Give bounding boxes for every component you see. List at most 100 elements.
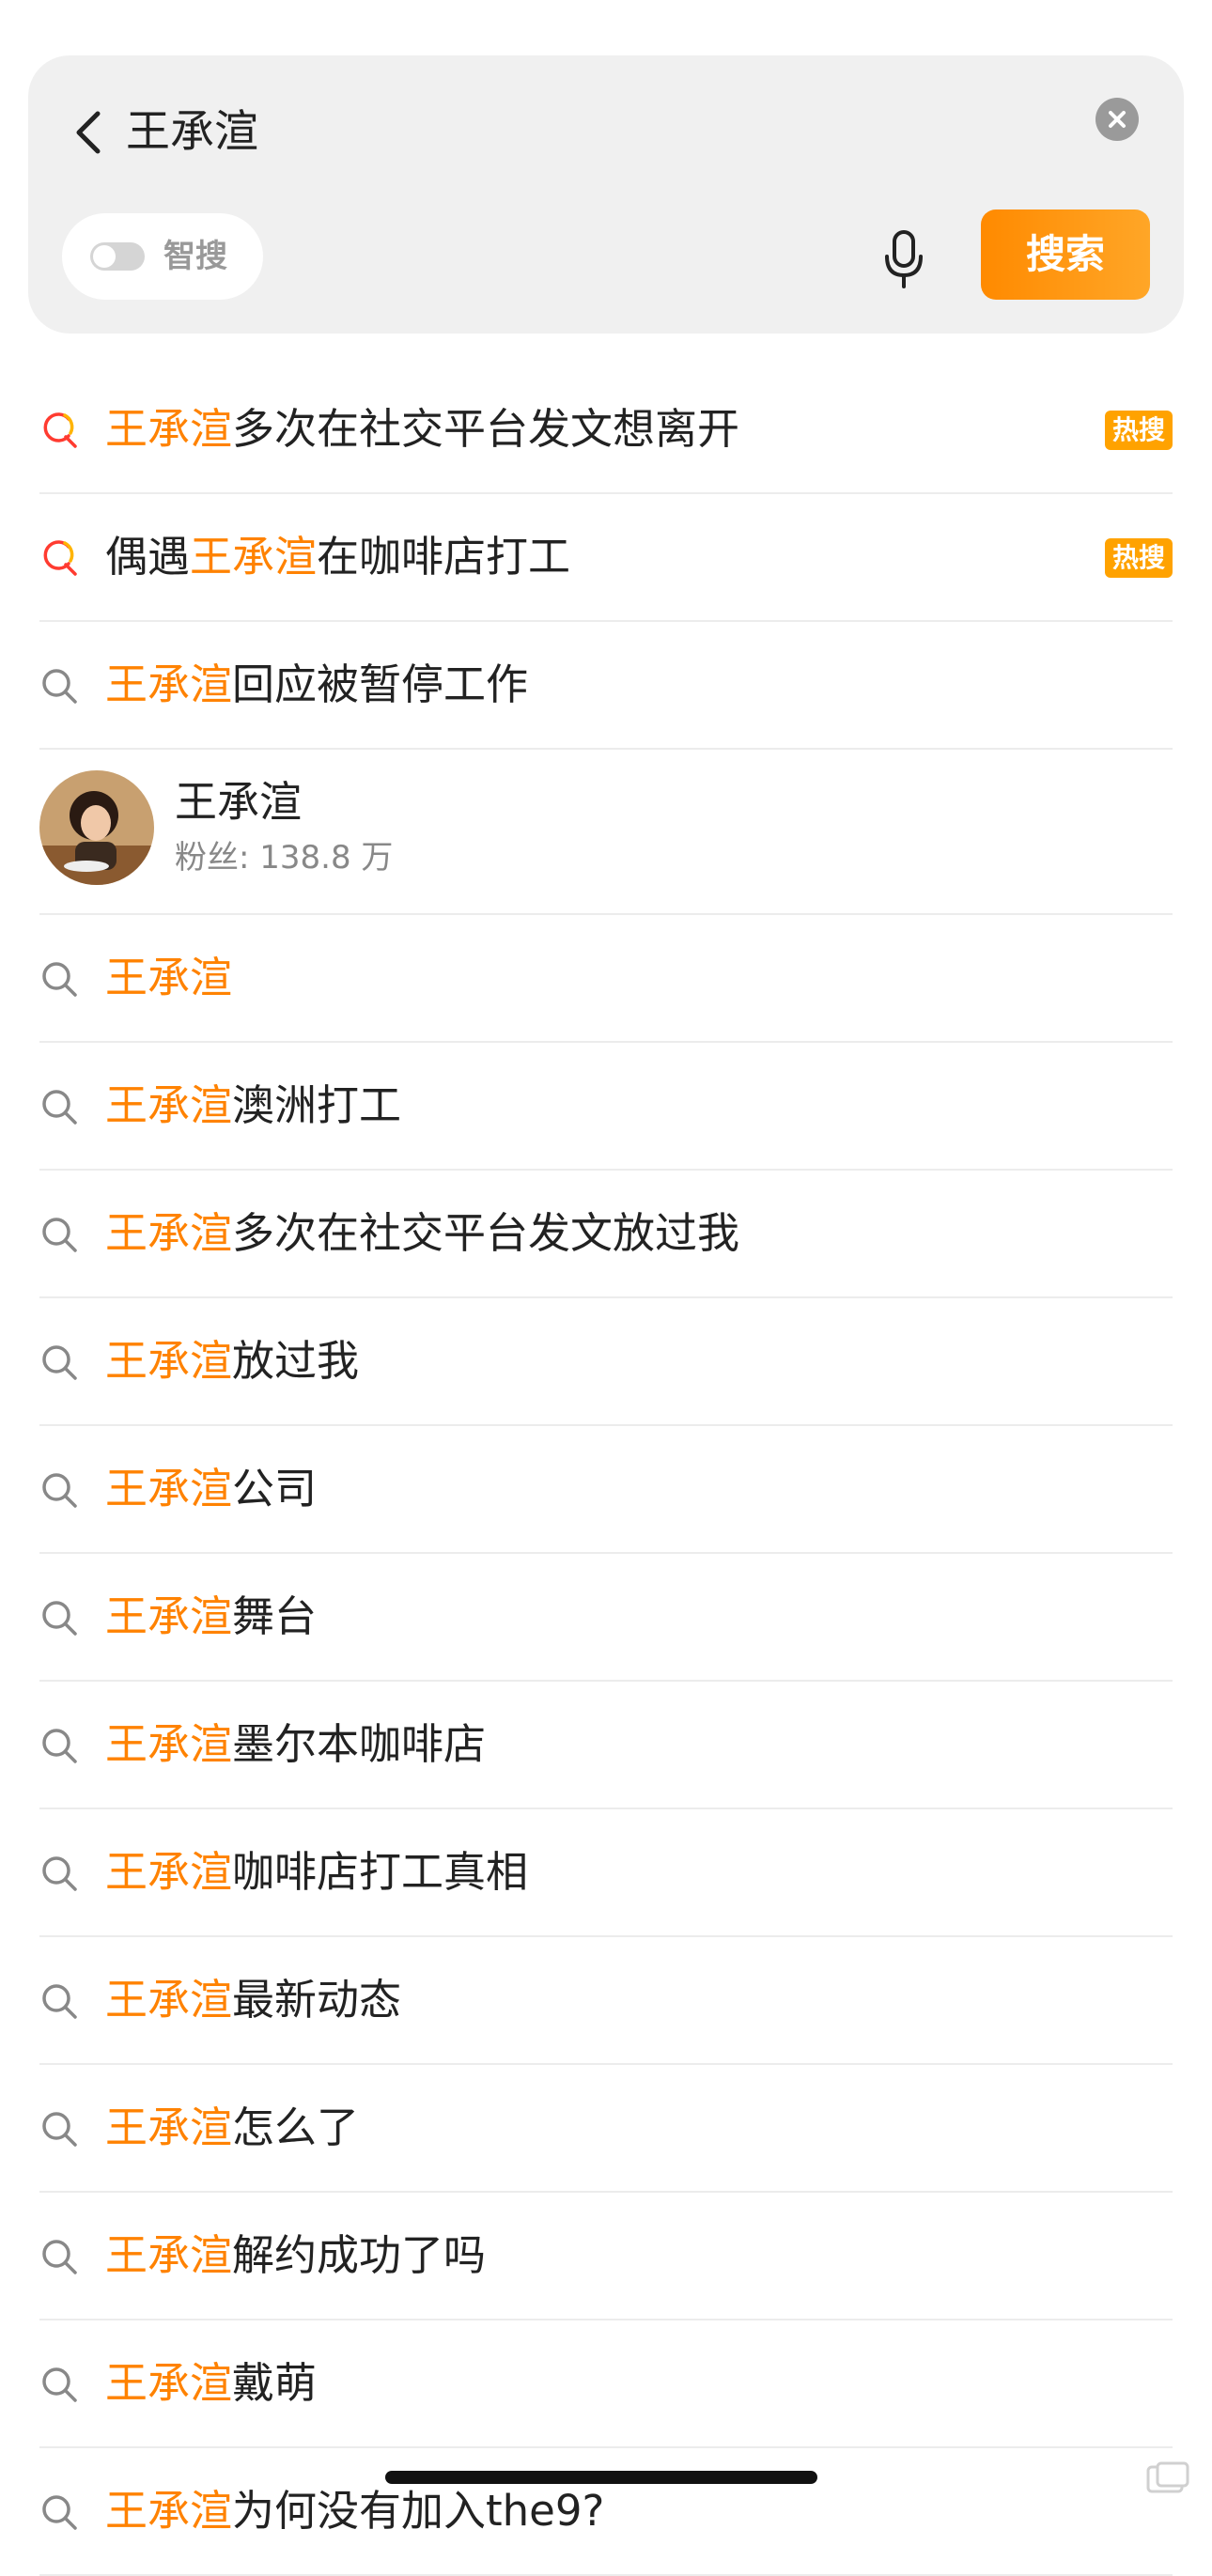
suggestion-highlight: 王承渲 — [105, 1080, 233, 1130]
suggestion-text: 王承渲怎么了 — [105, 2065, 359, 2191]
search-icon-wrapper — [39, 1981, 79, 2021]
home-indicator[interactable] — [385, 2471, 817, 2484]
search-icon-wrapper — [39, 2492, 79, 2532]
back-button[interactable] — [62, 95, 118, 170]
search-bar: 王承渲 智搜 搜索 — [28, 55, 1184, 334]
hot-suggestion-item[interactable]: 偶遇王承渲在咖啡店打工 热搜 — [39, 494, 1173, 622]
smart-search-label: 智搜 — [163, 238, 227, 275]
suggestion-suffix: 回应被暂停工作 — [232, 660, 529, 709]
search-icon-wrapper — [39, 1726, 79, 1765]
suggestion-item[interactable]: 王承渲解约成功了吗 — [39, 2193, 1173, 2320]
suggestion-item[interactable]: 王承渲放过我 — [39, 1298, 1173, 1426]
search-input[interactable]: 王承渲 — [126, 95, 258, 170]
suggestion-text: 王承渲墨尔本咖啡店 — [105, 1682, 486, 1808]
hot-icon-wrapper — [39, 538, 79, 578]
chevron-left-icon — [76, 111, 101, 154]
suggestion-highlight: 王承渲 — [190, 532, 318, 582]
suggestion-text: 王承渲公司 — [105, 1426, 317, 1552]
suggestion-text: 王承渲多次在社交平台发文放过我 — [105, 1171, 739, 1296]
hot-search-icon — [43, 412, 77, 448]
suggestion-suffix: 怎么了 — [232, 2103, 360, 2152]
suggestion-item[interactable]: 王承渲多次在社交平台发文放过我 — [39, 1171, 1173, 1298]
search-button[interactable]: 搜索 — [981, 209, 1150, 300]
suggestion-item[interactable]: 王承渲 — [39, 915, 1173, 1043]
suggestion-suffix: 在咖啡店打工 — [317, 532, 571, 582]
suggestion-suffix: 放过我 — [232, 1336, 360, 1386]
suggestion-text: 偶遇王承渲在咖啡店打工 — [105, 494, 570, 620]
suggestion-suffix: 澳洲打工 — [232, 1080, 402, 1130]
user-suggestion[interactable]: 王承渲 粉丝: 138.8 万 — [39, 750, 1173, 915]
avatar-image — [39, 770, 154, 885]
search-icon-wrapper — [39, 1598, 79, 1637]
search-icon — [42, 1601, 77, 1636]
hot-search-icon — [43, 540, 77, 576]
suggestion-highlight: 王承渲 — [105, 1208, 233, 1258]
search-icon — [42, 1984, 77, 2019]
suggestion-highlight: 王承渲 — [105, 2230, 233, 2280]
suggestion-suffix: 多次在社交平台发文想离开 — [232, 404, 740, 454]
suggestion-highlight: 王承渲 — [105, 660, 233, 709]
suggestion-text: 王承渲多次在社交平台发文想离开 — [105, 366, 739, 492]
search-icon-wrapper — [39, 2237, 79, 2276]
suggestion-list: 王承渲多次在社交平台发文想离开 热搜 偶遇王承渲在咖啡店打工 热搜 王承渲回应被暂停工作… — [0, 366, 1212, 2576]
suggestion-item[interactable]: 王承渲公司 — [39, 1426, 1173, 1554]
hot-badge: 热搜 — [1105, 411, 1173, 450]
clear-button[interactable] — [1095, 98, 1139, 141]
search-icon — [42, 1729, 77, 1763]
search-icon — [42, 1218, 77, 1252]
search-icon — [42, 2367, 77, 2402]
suggestion-suffix: 咖啡店打工真相 — [232, 1847, 529, 1897]
suggestion-highlight: 王承渲 — [105, 1847, 233, 1897]
suggestion-item[interactable]: 王承渲戴萌 — [39, 2320, 1173, 2448]
suggestion-text: 王承渲回应被暂停工作 — [105, 622, 528, 748]
suggestion-highlight: 王承渲 — [105, 1975, 233, 2025]
suggestion-item[interactable]: 王承渲舞台 — [39, 1554, 1173, 1682]
suggestion-highlight: 王承渲 — [105, 404, 233, 454]
suggestion-text: 王承渲咖啡店打工真相 — [105, 1809, 528, 1935]
toggle-switch[interactable] — [90, 242, 145, 271]
smart-search-toggle[interactable]: 智搜 — [62, 213, 263, 300]
search-icon — [42, 2240, 77, 2274]
suggestion-suffix: 为何没有加入the9? — [232, 2486, 605, 2536]
suggestion-text: 王承渲舞台 — [105, 1554, 317, 1680]
voice-search-button[interactable] — [876, 221, 932, 296]
search-icon — [42, 669, 77, 704]
avatar[interactable] — [39, 770, 154, 885]
hot-badge: 热搜 — [1105, 538, 1173, 578]
search-icon — [42, 1856, 77, 1891]
hot-suggestion-item[interactable]: 王承渲多次在社交平台发文想离开 热搜 — [39, 366, 1173, 494]
suggestion-item[interactable]: 王承渲怎么了 — [39, 2065, 1173, 2193]
watermark-icon — [1146, 2461, 1189, 2493]
suggestion-highlight: 王承渲 — [105, 2358, 233, 2408]
search-icon — [42, 2495, 77, 2530]
suggestion-item[interactable]: 王承渲为何没有加入the9? — [39, 2448, 1173, 2576]
suggestion-suffix: 最新动态 — [232, 1975, 402, 2025]
suggestion-suffix: 戴萌 — [232, 2358, 318, 2408]
suggestion-item[interactable]: 王承渲回应被暂停工作 — [39, 622, 1173, 750]
user-name: 王承渲 — [175, 777, 303, 827]
suggestion-suffix: 墨尔本咖啡店 — [232, 1719, 487, 1769]
suggestion-highlight: 王承渲 — [105, 1464, 233, 1513]
search-icon — [42, 1090, 77, 1125]
suggestion-suffix: 解约成功了吗 — [232, 2230, 487, 2280]
suggestion-highlight: 王承渲 — [105, 1336, 233, 1386]
suggestion-text: 王承渲最新动态 — [105, 1937, 401, 2063]
search-icon-wrapper — [39, 1470, 79, 1510]
search-icon-wrapper — [39, 1215, 79, 1254]
suggestion-suffix: 公司 — [232, 1464, 318, 1513]
suggestion-text: 王承渲澳洲打工 — [105, 1043, 401, 1169]
search-icon-wrapper — [39, 2109, 79, 2149]
suggestion-highlight: 王承渲 — [105, 2486, 233, 2536]
search-icon — [42, 962, 77, 997]
suggestion-item[interactable]: 王承渲澳洲打工 — [39, 1043, 1173, 1171]
suggestion-suffix: 舞台 — [232, 1591, 318, 1641]
suggestion-item[interactable]: 王承渲咖啡店打工真相 — [39, 1809, 1173, 1937]
suggestion-highlight: 王承渲 — [105, 1719, 233, 1769]
search-icon-wrapper — [39, 1087, 79, 1126]
suggestion-item[interactable]: 王承渲最新动态 — [39, 1937, 1173, 2065]
search-icon — [42, 2112, 77, 2147]
suggestion-text: 王承渲戴萌 — [105, 2320, 317, 2446]
search-icon-wrapper — [39, 1342, 79, 1382]
suggestion-text: 王承渲为何没有加入the9? — [105, 2448, 604, 2574]
suggestion-item[interactable]: 王承渲墨尔本咖啡店 — [39, 1682, 1173, 1809]
